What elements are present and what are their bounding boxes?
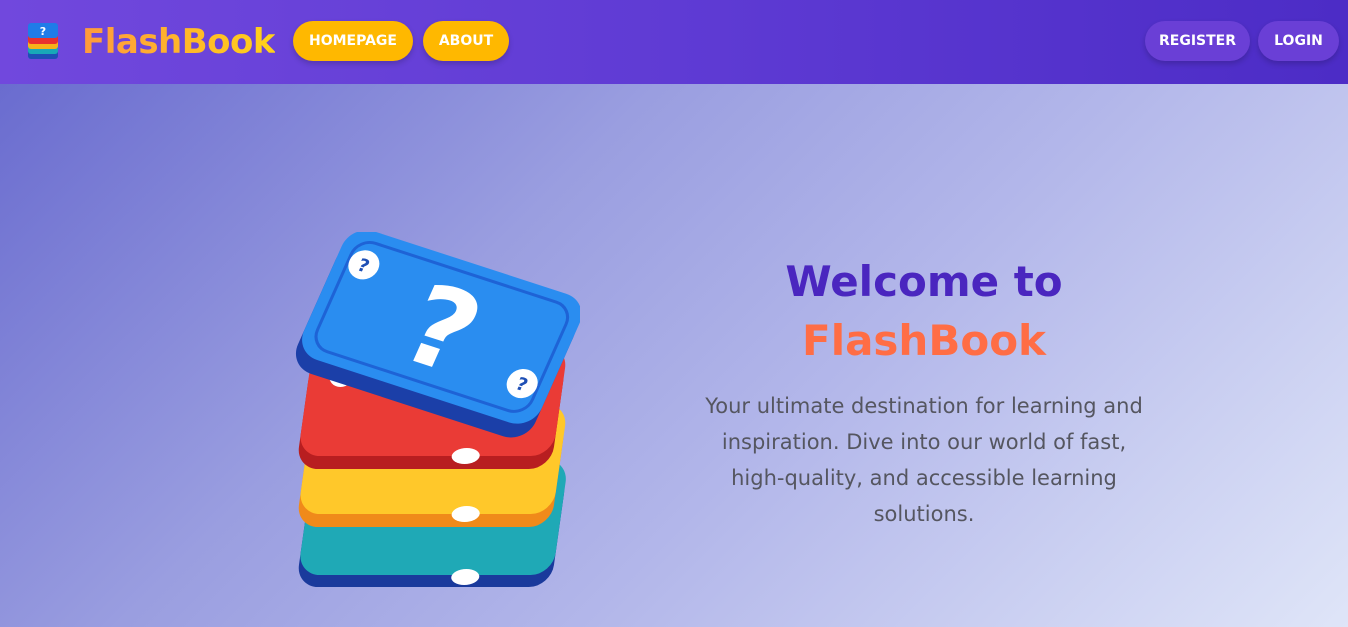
brand-logo[interactable]: ? FlashBook (24, 18, 276, 66)
flashcard-stack-question-mark-icon: ? ? ? (295, 232, 580, 587)
hero-brand-name: FlashBook (802, 316, 1046, 365)
top-navbar: ? FlashBook HOMEPAGE ABOUT REGISTER LOGI… (0, 0, 1348, 84)
stacked-cards-icon: ? (28, 23, 58, 59)
brand-name: FlashBook (82, 22, 276, 62)
hero-text-block: Welcome to FlashBook Your ultimate desti… (700, 252, 1148, 532)
svg-text:?: ? (40, 25, 46, 38)
homepage-button[interactable]: HOMEPAGE (293, 21, 413, 61)
register-button[interactable]: REGISTER (1145, 21, 1250, 61)
login-button[interactable]: LOGIN (1258, 21, 1339, 61)
hero-section: ? ? ? Welcome to FlashBook Your ultimate… (0, 84, 1348, 627)
hero-heading: Welcome to (785, 257, 1063, 306)
about-button[interactable]: ABOUT (423, 21, 509, 61)
hero-tagline: Your ultimate destination for learning a… (705, 394, 1143, 526)
